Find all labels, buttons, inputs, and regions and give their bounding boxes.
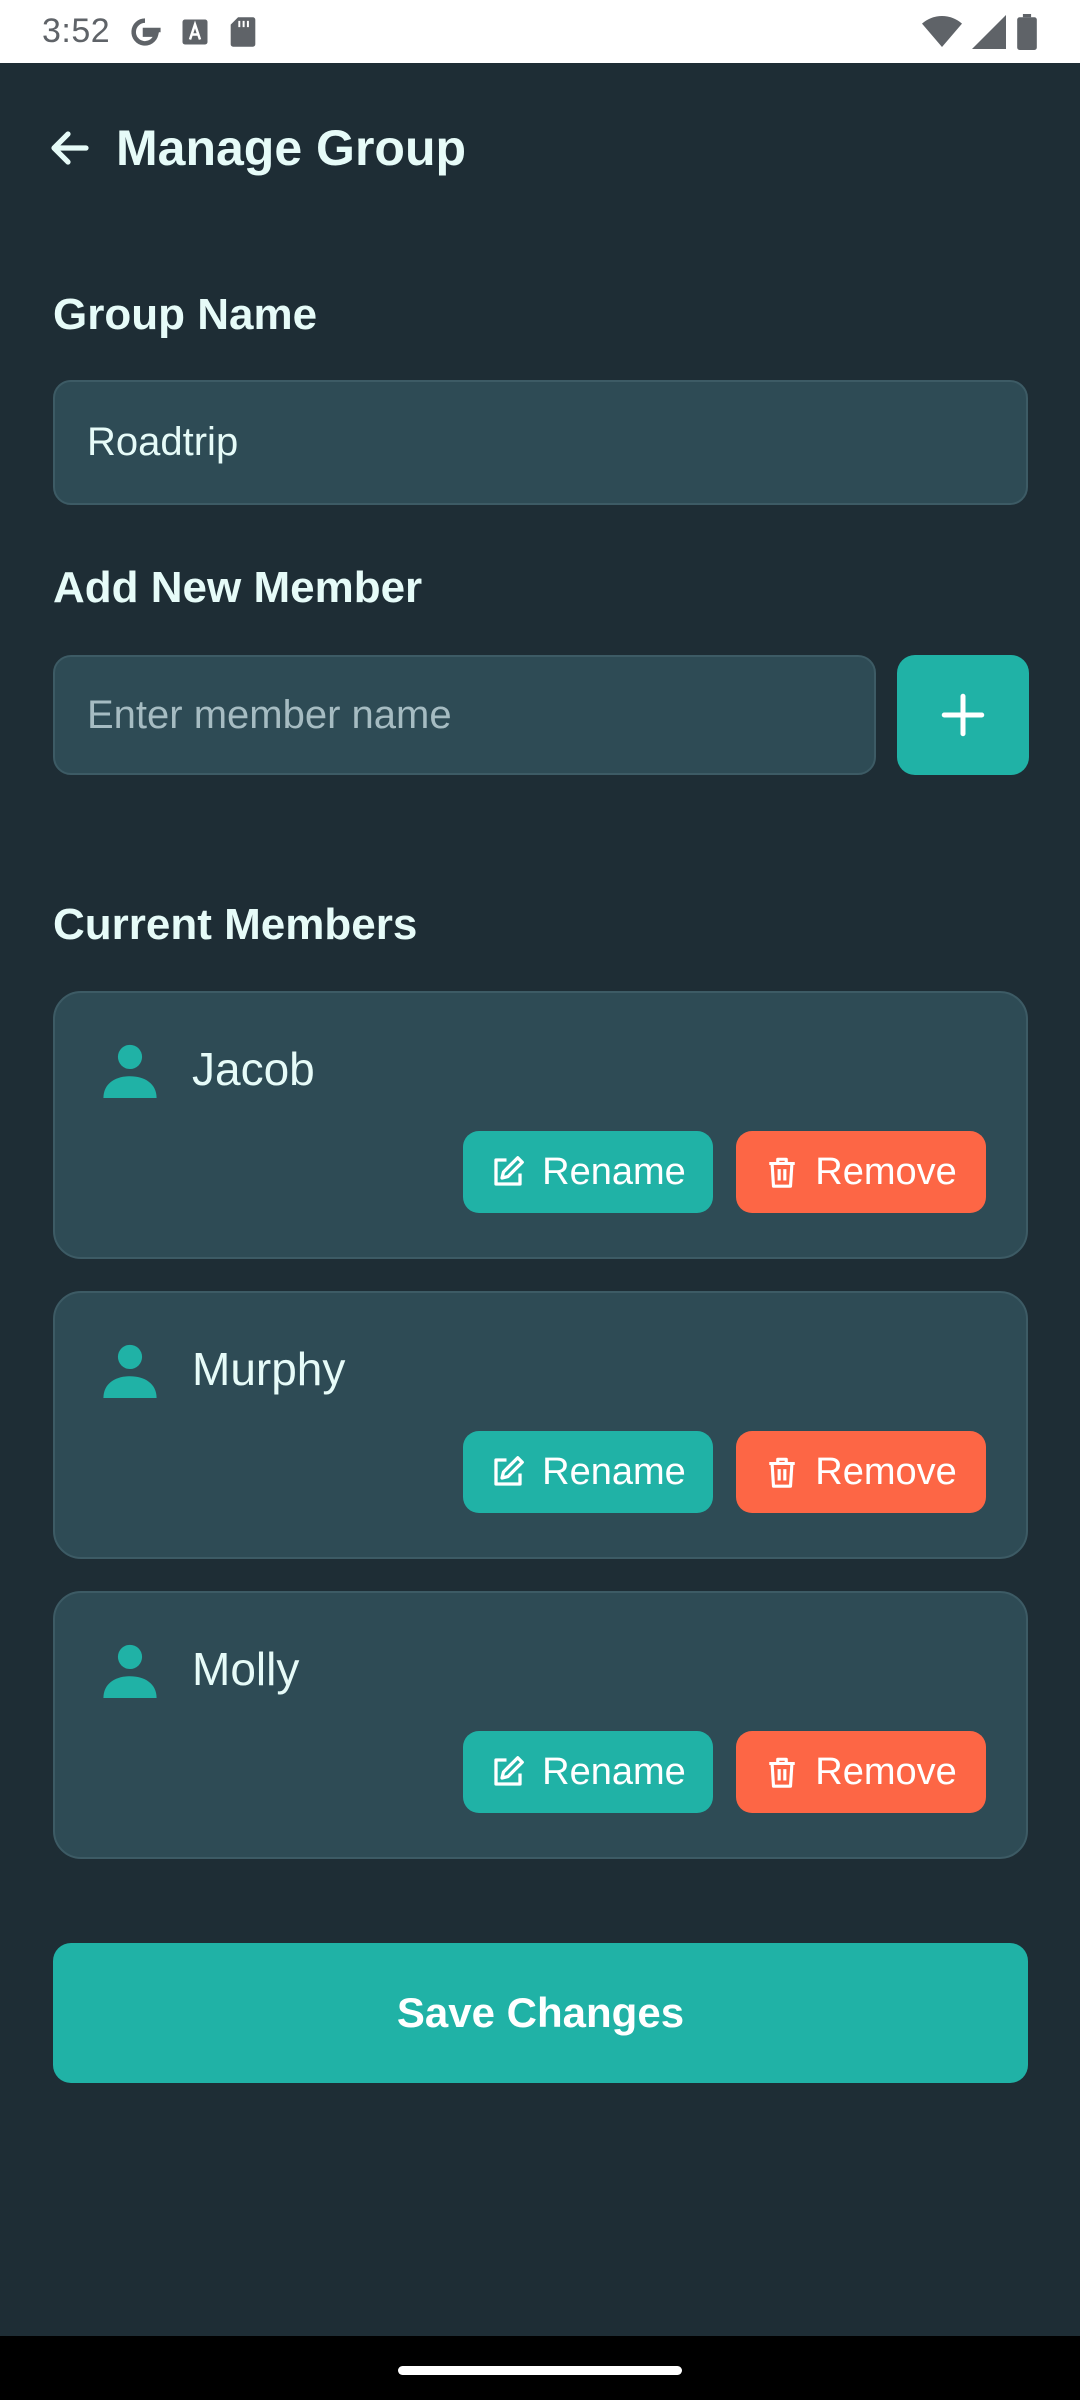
group-name-label: Group Name bbox=[53, 290, 318, 339]
member-card: Molly Rename Remove bbox=[53, 1591, 1028, 1859]
remove-label: Remove bbox=[815, 1150, 957, 1193]
rename-button[interactable]: Rename bbox=[463, 1131, 713, 1213]
person-icon bbox=[103, 1044, 157, 1098]
remove-label: Remove bbox=[815, 1750, 957, 1793]
rename-label: Rename bbox=[542, 1750, 686, 1793]
status-right bbox=[922, 13, 1038, 50]
rename-label: Rename bbox=[542, 1150, 686, 1193]
status-left: 3:52 bbox=[42, 12, 258, 51]
plus-icon bbox=[941, 693, 985, 737]
app-header: Manage Group bbox=[44, 112, 466, 184]
remove-button[interactable]: Remove bbox=[736, 1431, 986, 1513]
google-icon bbox=[128, 15, 162, 49]
member-name: Jacob bbox=[192, 1043, 315, 1095]
trash-icon bbox=[769, 1757, 795, 1788]
arrow-left-icon bbox=[51, 131, 89, 165]
battery-icon bbox=[1016, 13, 1038, 50]
remove-button[interactable]: Remove bbox=[736, 1731, 986, 1813]
edit-icon bbox=[494, 1756, 525, 1786]
member-name: Molly bbox=[192, 1643, 300, 1695]
group-name-input[interactable] bbox=[53, 380, 1028, 505]
rename-button[interactable]: Rename bbox=[463, 1731, 713, 1813]
trash-icon bbox=[769, 1457, 795, 1488]
edit-icon bbox=[494, 1456, 525, 1486]
back-button[interactable] bbox=[44, 122, 96, 174]
navigation-bar bbox=[0, 2336, 1080, 2400]
rename-label: Rename bbox=[542, 1450, 686, 1493]
member-card: Murphy Rename Remove bbox=[53, 1291, 1028, 1559]
wifi-icon bbox=[922, 15, 962, 49]
remove-label: Remove bbox=[815, 1450, 957, 1493]
member-name-input[interactable] bbox=[53, 655, 876, 775]
rename-button[interactable]: Rename bbox=[463, 1431, 713, 1513]
font-a-icon bbox=[180, 17, 210, 47]
member-card: Jacob Rename Remove bbox=[53, 991, 1028, 1259]
remove-button[interactable]: Remove bbox=[736, 1131, 986, 1213]
save-changes-button[interactable]: Save Changes bbox=[53, 1943, 1028, 2083]
edit-icon bbox=[494, 1156, 525, 1186]
person-icon bbox=[103, 1344, 157, 1398]
signal-icon bbox=[972, 14, 1006, 49]
trash-icon bbox=[769, 1157, 795, 1188]
current-members-label: Current Members bbox=[53, 900, 418, 949]
member-name: Murphy bbox=[192, 1343, 346, 1395]
home-indicator[interactable] bbox=[398, 2366, 682, 2375]
status-bar: 3:52 bbox=[0, 0, 1080, 63]
sd-card-icon bbox=[228, 16, 258, 48]
add-member-button[interactable] bbox=[897, 655, 1029, 775]
status-time: 3:52 bbox=[42, 12, 111, 50]
page-title: Manage Group bbox=[116, 120, 467, 176]
add-member-label: Add New Member bbox=[53, 563, 423, 612]
person-icon bbox=[103, 1644, 157, 1698]
